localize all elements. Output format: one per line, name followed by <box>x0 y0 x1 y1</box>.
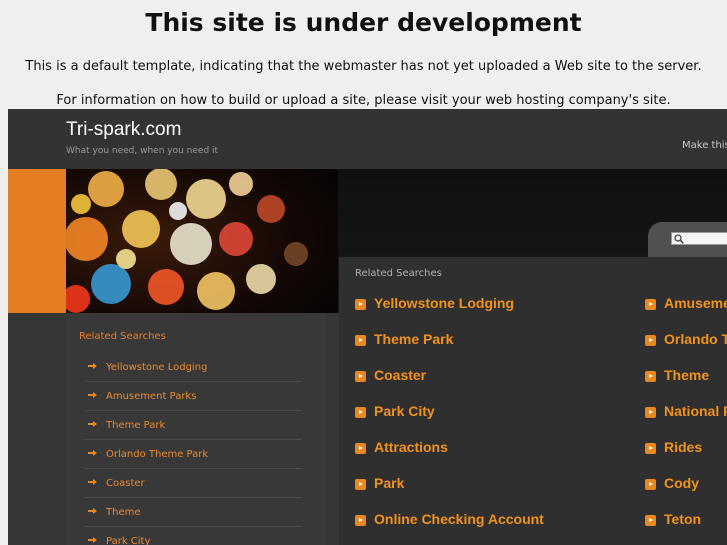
arrow-right-icon <box>355 299 366 310</box>
result-link-label: Attractions <box>374 439 448 455</box>
result-link-label: Teton <box>664 511 702 527</box>
sidebar-item[interactable]: Amusement Parks <box>84 383 302 411</box>
orange-accent-strip <box>8 169 66 313</box>
notice-line-2: For information on how to build or uploa… <box>56 93 671 108</box>
result-link-label: Rides <box>664 439 703 455</box>
sidebar-item[interactable]: Theme <box>84 499 302 527</box>
arrow-right-icon <box>88 508 97 514</box>
arrow-right-icon <box>645 407 656 418</box>
arrow-right-icon <box>355 335 366 346</box>
sidebar-item[interactable]: Theme Park <box>84 412 302 440</box>
sidebar-item[interactable]: Orlando Theme Park <box>84 441 302 469</box>
result-link-label: Theme <box>664 367 710 383</box>
sidebar-item-label: Yellowstone Lodging <box>106 362 208 373</box>
result-link-label: Orlando T <box>664 331 727 347</box>
sidebar-item-label: Amusement Parks <box>106 391 197 402</box>
result-link-label: Park City <box>374 403 435 419</box>
site-header: Tri-spark.com What you need, when you ne… <box>8 109 727 170</box>
template-frame: Tri-spark.com What you need, when you ne… <box>8 109 727 545</box>
main-related-heading: Related Searches <box>355 268 442 279</box>
arrow-right-icon <box>88 450 97 456</box>
arrow-right-icon <box>645 299 656 310</box>
arrow-right-icon <box>88 537 97 543</box>
result-link-label: Theme Park <box>374 331 454 347</box>
result-link-label: Online Checking Account <box>374 511 544 527</box>
result-link-label: Yellowstone Lodging <box>374 295 514 311</box>
arrow-right-icon <box>355 443 366 454</box>
result-link-label: Coaster <box>374 367 427 383</box>
sidebar-item[interactable]: Park City <box>84 528 302 545</box>
notice-title: This site is under development <box>145 8 582 37</box>
bokeh-lights-image <box>66 169 338 313</box>
arrow-right-icon <box>645 371 656 382</box>
arrow-right-icon <box>645 335 656 346</box>
arrow-right-icon <box>88 421 97 427</box>
search-icon[interactable] <box>674 234 684 244</box>
sidebar-item[interactable]: Coaster <box>84 470 302 498</box>
left-related-heading: Related Searches <box>79 331 166 342</box>
arrow-right-icon <box>355 479 366 490</box>
result-link-label: Amuseme <box>664 295 727 311</box>
banner-image <box>66 169 338 313</box>
site-tagline: What you need, when you need it <box>66 146 219 156</box>
make-homepage-link[interactable]: Make this <box>682 140 727 151</box>
sidebar-item[interactable]: Yellowstone Lodging <box>84 354 302 382</box>
result-link-label: Cody <box>664 475 699 491</box>
sidebar-item-label: Theme Park <box>106 420 166 431</box>
sidebar-item-label: Coaster <box>106 478 145 489</box>
result-link-label: Park <box>374 475 405 491</box>
sidebar-item-label: Orlando Theme Park <box>106 449 209 460</box>
arrow-right-icon <box>645 515 656 526</box>
arrow-right-icon <box>645 479 656 490</box>
arrow-right-icon <box>355 515 366 526</box>
arrow-right-icon <box>88 479 97 485</box>
arrow-right-icon <box>355 371 366 382</box>
sidebar-item-label: Theme <box>106 507 141 518</box>
arrow-right-icon <box>88 363 97 369</box>
notice-line-1: This is a default template, indicating t… <box>25 59 702 74</box>
site-title[interactable]: Tri-spark.com <box>66 119 181 141</box>
arrow-right-icon <box>88 392 97 398</box>
arrow-right-icon <box>645 443 656 454</box>
result-link-label: National P <box>664 403 727 419</box>
arrow-right-icon <box>355 407 366 418</box>
sidebar-item-label: Park City <box>106 536 151 545</box>
